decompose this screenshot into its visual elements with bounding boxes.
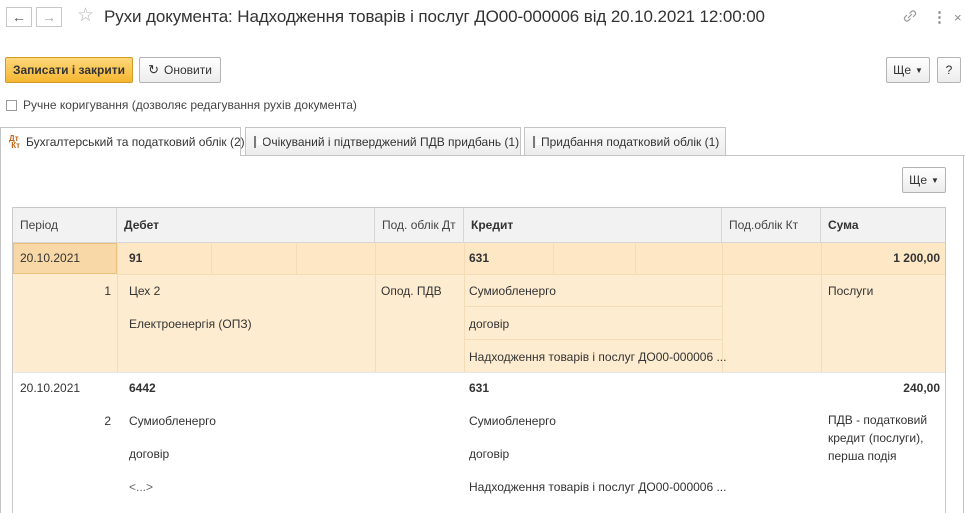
row-credit-sub3: Надходження товарів і послуг ДО00-000006… — [469, 350, 727, 364]
register-icon — [533, 135, 542, 148]
tab-vat-expected[interactable]: Очікуваний і підтверджений ПДВ придбань … — [245, 127, 521, 155]
row-period: 20.10.2021 — [20, 251, 81, 265]
row-credit-sub3: Надходження товарів і послуг ДО00-000006… — [469, 480, 727, 494]
postings-table[interactable]: Період Дебет Под. облік Дт Кредит Под.об… — [12, 207, 946, 513]
tabs-bar: Дт Кт Бухгалтерський та податковий облік… — [0, 127, 965, 156]
col-amount[interactable]: Сума — [821, 208, 945, 242]
col-tax-debit[interactable]: Под. облік Дт — [375, 208, 464, 242]
table-row[interactable]: 20.10.2021 1 91 Цех 2 Електроенергія (ОП… — [13, 243, 945, 372]
title-bar: ← → ☆ Рухи документа: Надходження товарі… — [0, 0, 965, 36]
register-icon — [254, 135, 263, 148]
row-debit: 6442 — [129, 381, 156, 395]
arrow-left-icon: ← — [12, 9, 26, 25]
row-tax-debit: Опод. ПДВ — [381, 284, 442, 298]
row-content: Послуги — [828, 284, 874, 298]
back-button[interactable]: ← — [6, 7, 32, 27]
save-and-close-button[interactable]: Записати і закрити — [5, 57, 133, 83]
row-debit-sub2: договір — [129, 447, 170, 461]
table-header: Період Дебет Под. облік Дт Кредит Под.об… — [13, 208, 945, 243]
link-icon[interactable] — [903, 8, 917, 28]
window-title: Рухи документа: Надходження товарів і по… — [104, 7, 765, 26]
caret-down-icon: ▼ — [915, 65, 923, 75]
more-label: Ще — [893, 63, 911, 77]
row-debit-sub2: Електроенергія (ОПЗ) — [129, 317, 252, 331]
col-debit[interactable]: Дебет — [117, 208, 375, 242]
row-credit-sub2: договір — [469, 317, 510, 331]
row-debit-sub1: Сумиобленерго — [129, 414, 216, 428]
tab-label: Придбання податковий облік (1) — [541, 134, 720, 149]
manual-edit-label: Ручне коригування (дозволяє редагування … — [23, 98, 357, 112]
tab-purchase-tax[interactable]: Придбання податковий облік (1) — [524, 127, 726, 155]
close-icon[interactable]: × — [954, 10, 962, 25]
row-debit-sub1: Цех 2 — [129, 284, 161, 298]
row-number: 1 — [104, 284, 111, 298]
row-content-line: кредит (послуги), — [828, 431, 924, 445]
dt-kt-icon: Дт Кт — [9, 134, 21, 150]
row-number: 2 — [104, 414, 111, 428]
row-credit-sub1: Сумиобленерго — [469, 414, 556, 428]
row-debit: 91 — [129, 251, 143, 265]
refresh-icon: ↻ — [148, 62, 159, 77]
forward-button[interactable]: → — [36, 7, 62, 27]
row-credit: 631 — [469, 381, 490, 395]
row-period: 20.10.2021 — [20, 381, 81, 395]
refresh-label: Оновити — [163, 63, 212, 77]
tab-label: Очікуваний і підтверджений ПДВ придбань … — [262, 134, 520, 149]
row-amount: 240,00 — [903, 381, 940, 395]
table-more-label: Ще — [909, 173, 927, 187]
more-button[interactable]: Ще ▼ — [886, 57, 930, 83]
caret-down-icon: ▼ — [931, 175, 939, 185]
row-credit-sub1: Сумиобленерго — [469, 284, 556, 298]
tab-accounting[interactable]: Дт Кт Бухгалтерський та податковий облік… — [0, 127, 245, 156]
row-content-line: ПДВ - податковий — [828, 413, 928, 427]
refresh-button[interactable]: ↻ Оновити — [139, 57, 221, 83]
col-period[interactable]: Період — [13, 208, 117, 242]
manual-edit-row[interactable]: Ручне коригування (дозволяє редагування … — [6, 97, 357, 113]
row-credit-sub2: договір — [469, 447, 510, 461]
help-button[interactable]: ? — [937, 57, 961, 83]
row-content-line: перша подія — [828, 449, 897, 463]
col-tax-credit[interactable]: Под.облік Кт — [722, 208, 821, 242]
table-row[interactable]: 20.10.2021 2 6442 Сумиобленерго договір … — [13, 372, 945, 513]
star-icon[interactable]: ☆ — [77, 5, 94, 27]
row-debit-sub3: <...> — [129, 480, 154, 494]
manual-edit-checkbox[interactable] — [6, 99, 17, 111]
col-credit[interactable]: Кредит — [464, 208, 722, 242]
tab-label: Бухгалтерський та податковий облік (2) — [26, 135, 245, 149]
table-more-button[interactable]: Ще ▼ — [902, 167, 946, 193]
row-amount: 1 200,00 — [893, 251, 940, 265]
arrow-right-icon: → — [42, 9, 56, 25]
more-vertical-icon[interactable]: ⋮ — [932, 8, 947, 26]
row-credit: 631 — [469, 251, 490, 265]
